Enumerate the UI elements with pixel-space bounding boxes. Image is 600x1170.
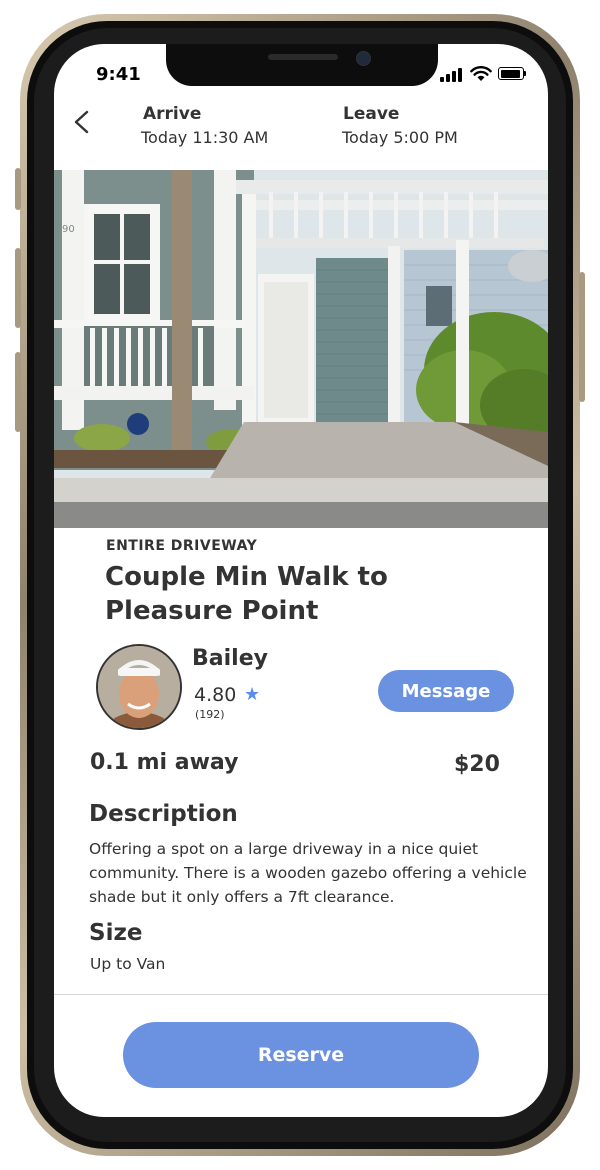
arrive-label: Arrive [143, 104, 202, 124]
host-photo [98, 646, 180, 728]
size-heading: Size [89, 920, 143, 946]
front-camera [356, 51, 371, 66]
wifi-icon [470, 66, 492, 81]
arrive-time[interactable]: Today 11:30 AM [141, 128, 268, 147]
volume-up-button [15, 248, 21, 328]
listing-title: Couple Min Walk to Pleasure Point [105, 562, 388, 626]
power-button [579, 272, 585, 402]
listing-category: ENTIRE DRIVEWAY [106, 538, 258, 554]
star-icon: ★ [244, 684, 261, 705]
house-number: 90 [62, 224, 75, 235]
host-name: Bailey [192, 646, 268, 671]
back-chevron-icon [74, 110, 89, 134]
size-value: Up to Van [90, 955, 166, 973]
status-time: 9:41 [96, 64, 141, 85]
price-label: $20 [454, 752, 500, 777]
host-rating: 4.80 [194, 684, 237, 706]
house-illustration: 90 [54, 170, 548, 528]
host-avatar[interactable] [96, 644, 182, 730]
listing-photo[interactable]: 90 [54, 170, 548, 528]
footer-divider [54, 994, 548, 995]
reserve-button[interactable]: Reserve [123, 1022, 479, 1088]
status-icons [440, 66, 534, 82]
back-button[interactable] [68, 106, 96, 138]
volume-down-button [15, 352, 21, 432]
review-count[interactable]: (192) [195, 708, 225, 721]
message-button[interactable]: Message [378, 670, 514, 712]
app-screen: 9:41 Arrive Today 11:30 AM Leave Today 5… [54, 44, 548, 1117]
leave-time[interactable]: Today 5:00 PM [342, 128, 458, 147]
description-body: Offering a spot on a large driveway in a… [89, 840, 527, 906]
distance-label: 0.1 mi away [90, 750, 239, 775]
description-heading: Description [89, 801, 238, 827]
notch [166, 44, 438, 86]
speaker [268, 54, 338, 60]
battery-icon [498, 67, 524, 80]
mute-switch [15, 168, 21, 210]
leave-label: Leave [343, 104, 400, 124]
